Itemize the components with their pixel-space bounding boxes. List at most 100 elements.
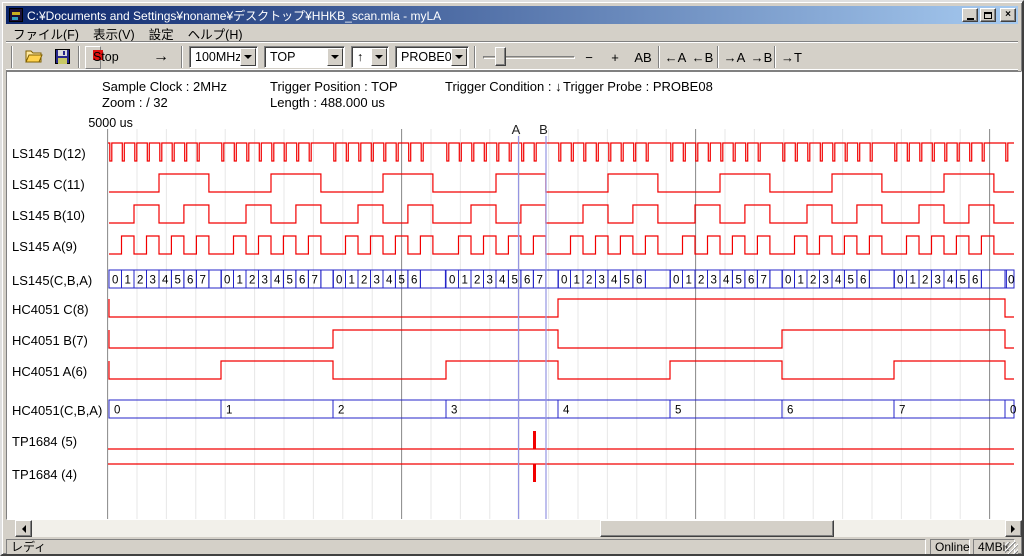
bus-gap-cell [869,270,894,288]
probe-combo[interactable]: PROBE00 [395,46,469,68]
status-message: レディ [6,539,926,555]
minimize-button[interactable] [962,8,978,22]
waveform-client-area: Sample Clock : 2MHz Trigger Position : T… [6,71,1022,520]
bus-cell-value: 1 [909,275,915,287]
waveform-trace [108,143,1014,161]
zoom-slider[interactable] [483,46,575,68]
toolbar-separator [78,46,80,68]
bus-gap-cell [770,270,783,288]
channel-label: LS145 D(12) [12,146,86,161]
clock-combo-dropdown[interactable] [240,48,256,66]
bus-cell-value: 1 [236,275,242,287]
channel-label: LS145(C,B,A) [12,273,92,288]
channel-label: TP1684 (4) [12,467,77,482]
trigger-position-combo[interactable]: TOP [264,46,345,68]
waveform-trace [109,174,1014,192]
trigger-position-combo-dropdown[interactable] [327,48,343,66]
bus-gap-cell [981,270,1006,288]
channel-label: LS145 B(10) [12,208,85,223]
clock-combo-value: 100MHz [195,50,242,64]
bus-cell-value: 3 [710,275,716,287]
zoom-in-button[interactable]: + [604,46,626,68]
bus-cell-value: 6 [972,275,978,287]
bus-cell [894,400,1005,418]
trigger-edge-combo[interactable]: ↑ [351,46,389,68]
bus-cell-value: 2 [586,275,592,287]
bus-cell-value: 0 [785,275,791,287]
stop-label: Stop [93,50,119,64]
scrollbar-thumb[interactable] [600,520,834,537]
bus-cell-value: 4 [386,275,393,287]
bus-cell-value: 0 [336,275,342,287]
clock-combo[interactable]: 100MHz [189,46,258,68]
arrow-left-icon [18,525,26,533]
menu-file[interactable]: ファイル(F) [6,23,86,44]
run-button[interactable]: → [146,46,176,68]
maximize-button[interactable] [980,8,996,22]
bus-cell [109,400,221,418]
bus-cell-value: 6 [187,275,193,287]
set-b-button[interactable]: →B [748,46,775,68]
bus-cell-value: 5 [398,275,404,287]
probe-combo-dropdown[interactable] [451,48,467,66]
goto-b-button[interactable]: ←B [689,46,716,68]
toolbar-separator [474,46,476,68]
close-button[interactable]: × [1000,8,1016,22]
channel-label: HC4051 A(6) [12,364,87,379]
set-a-button[interactable]: →A [721,46,748,68]
bus-cell-value: 2 [922,275,928,287]
bus-cell-value: 1 [124,275,130,287]
bus-cell-value: 0 [112,275,118,287]
menu-view[interactable]: 表示(V) [86,23,142,44]
horizontal-scrollbar[interactable] [15,520,1022,537]
goto-a-button[interactable]: ←A [662,46,689,68]
floppy-disk-icon [55,49,70,64]
menu-bar: ファイル(F) 表示(V) 設定 ヘルプ(H) [6,25,1018,42]
zoom-out-button[interactable]: − [578,46,600,68]
scroll-right-button[interactable] [1005,520,1022,537]
bus-cell-value: 6 [524,275,530,287]
bus-cell-value: 6 [299,275,305,287]
bus-cell [558,400,670,418]
channel-label: TP1684 (5) [12,434,77,449]
bus-cell-value: 1 [573,275,579,287]
bus-cell-value: 3 [149,275,155,287]
bus-cell-value: 5 [735,275,741,287]
trigger-edge-combo-dropdown[interactable] [371,48,387,66]
ab-range-button[interactable]: AB [628,46,658,68]
waveform-trace [109,299,1014,317]
save-button[interactable] [50,46,74,68]
stop-button[interactable]: Stop [85,46,101,69]
zoom-slider-thumb[interactable] [495,47,506,66]
bus-cell-value: 0 [114,405,120,417]
waveform-trace [109,236,1014,254]
channel-label: LS145 A(9) [12,239,77,254]
minimize-icon [967,18,974,20]
bus-gap-cell [209,270,222,288]
menu-settings[interactable]: 設定 [142,23,181,44]
menu-help[interactable]: ヘルプ(H) [181,23,250,44]
bus-cell-value: 2 [338,405,344,417]
bus-cell-value: 4 [723,275,730,287]
resize-grip[interactable] [1005,542,1018,555]
bus-cell-value: 5 [511,275,517,287]
goto-trigger-button[interactable]: →T [778,46,805,68]
bus-cell-value: 1 [797,275,803,287]
window-title: C:¥Documents and Settings¥noname¥デスクトップ¥… [27,7,958,24]
trigger-edge-combo-value: ↑ [357,50,363,64]
bus-cell-value: 2 [810,275,816,287]
bus-cell-value: 6 [787,405,793,417]
chevron-down-icon [455,55,463,63]
bus-cell [446,400,558,418]
bus-cell-value: 7 [899,405,905,417]
bus-cell-value: 7 [536,275,542,287]
bus-cell-value: 2 [474,275,480,287]
status-online: Online [930,539,970,555]
bus-cell-value: 3 [486,275,492,287]
bus-cell-value: 2 [249,275,255,287]
open-button[interactable] [22,46,46,68]
scroll-left-button[interactable] [15,520,32,537]
chevron-down-icon [331,55,339,63]
bus-cell-value: 5 [959,275,965,287]
bus-cell-value: 0 [224,275,230,287]
